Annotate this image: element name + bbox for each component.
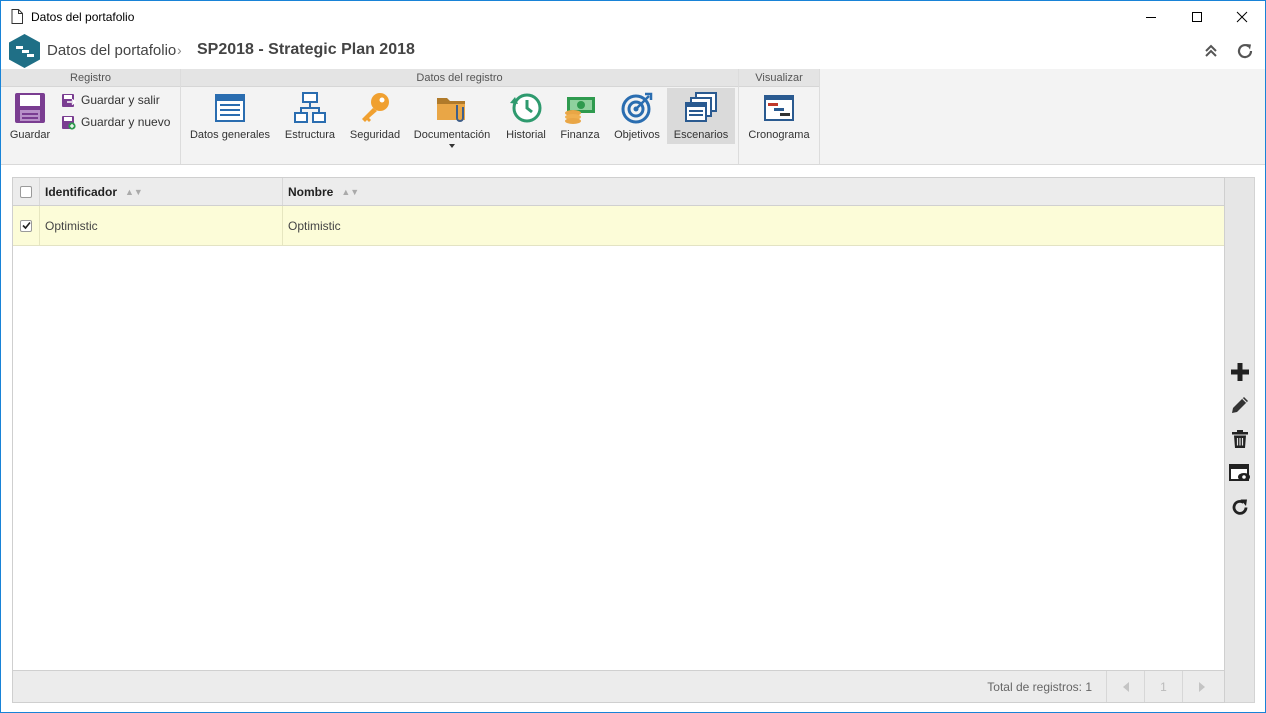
add-button[interactable]	[1229, 361, 1251, 383]
ribbon-group-visualizar: Visualizar Cronograma	[739, 69, 820, 164]
total-records: Total de registros: 1	[987, 680, 1092, 694]
escenarios-label: Escenarios	[673, 129, 729, 141]
header: Datos del portafolio › SP2018 - Strategi…	[1, 32, 1265, 69]
key-icon	[362, 93, 389, 122]
cell-identificador: Optimistic	[45, 218, 98, 233]
window-title: Datos del portafolio	[31, 10, 135, 24]
historial-button[interactable]: Historial	[499, 88, 553, 144]
group-title-registro: Registro	[1, 69, 180, 87]
seguridad-label: Seguridad	[349, 129, 401, 141]
documentacion-button[interactable]: Documentación	[411, 88, 493, 148]
trash-icon	[1232, 430, 1248, 448]
breadcrumb-separator: ›	[177, 42, 182, 58]
app-window: Datos del portafolio Datos del portafoli…	[0, 0, 1266, 713]
guardar-nuevo-label: Guardar y nuevo	[81, 115, 171, 129]
row-select-cell	[13, 206, 39, 245]
page-title: SP2018 - Strategic Plan 2018	[197, 41, 415, 58]
history-icon	[510, 93, 542, 123]
sort-icon: ▲▼	[125, 186, 143, 197]
objetivos-button[interactable]: Objetivos	[609, 88, 665, 144]
column-header-nombre[interactable]: Nombre ▲▼	[282, 178, 1182, 205]
guardar-button[interactable]: Guardar	[7, 88, 53, 144]
datos-generales-button[interactable]: Datos generales	[185, 88, 275, 144]
next-page-button[interactable]	[1182, 671, 1220, 702]
historial-label: Historial	[506, 129, 546, 141]
edit-button[interactable]	[1229, 394, 1251, 416]
pencil-icon	[1232, 397, 1248, 413]
money-icon	[565, 97, 595, 124]
structure-icon	[294, 92, 326, 123]
close-icon	[1236, 11, 1248, 22]
estructura-button[interactable]: Estructura	[281, 88, 339, 144]
sort-icon: ▲▼	[341, 186, 360, 197]
objetivos-label: Objetivos	[614, 129, 660, 141]
gantt-chart-icon	[764, 95, 794, 121]
close-button[interactable]	[1219, 1, 1265, 32]
finanza-label: Finanza	[560, 129, 600, 141]
folder-clip-icon	[437, 98, 465, 122]
row-checkbox[interactable]	[20, 219, 32, 232]
escenarios-button[interactable]: Escenarios	[667, 88, 735, 144]
ribbon-toolbar: Registro Guardar Guardar y salir Guardar…	[1, 69, 1265, 165]
plus-icon	[1231, 363, 1249, 381]
delete-button[interactable]	[1229, 428, 1251, 450]
checkmark-icon	[21, 221, 31, 230]
group-title-datos-registro: Datos del registro	[181, 69, 738, 87]
view-button[interactable]	[1229, 462, 1251, 484]
target-icon	[621, 92, 653, 124]
save-new-icon	[62, 115, 76, 130]
minimize-icon	[1146, 16, 1156, 18]
refresh-icon[interactable]	[1235, 41, 1255, 61]
collapse-up-icon[interactable]	[1201, 41, 1221, 61]
grid-footer: Total de registros: 1 1	[13, 670, 1224, 702]
cell-nombre: Optimistic	[288, 218, 341, 233]
chevron-left-icon	[1122, 681, 1129, 692]
guardar-salir-label: Guardar y salir	[81, 93, 160, 107]
scenarios-grid: Identificador ▲▼ Nombre ▲▼ Optimistic Op…	[12, 177, 1225, 703]
finanza-button[interactable]: Finanza	[557, 88, 603, 144]
table-row[interactable]: Optimistic Optimistic	[13, 206, 1224, 246]
refresh-icon	[1232, 499, 1248, 515]
grid-header: Identificador ▲▼ Nombre ▲▼	[13, 178, 1224, 206]
dropdown-caret-icon	[449, 144, 455, 148]
chevron-right-icon	[1198, 681, 1205, 692]
cronograma-label: Cronograma	[748, 129, 810, 141]
column-header-identificador[interactable]: Identificador ▲▼	[39, 178, 282, 205]
refresh-grid-button[interactable]	[1229, 496, 1251, 518]
general-data-icon	[215, 94, 245, 122]
select-all-cell	[13, 178, 39, 205]
scenarios-icon	[685, 92, 717, 122]
column-header-nombre-label: Nombre	[288, 184, 334, 199]
document-icon	[11, 9, 23, 24]
ribbon-group-datos-registro: Datos del registro Datos generales Estru…	[181, 69, 739, 164]
documentacion-label: Documentación	[413, 129, 491, 141]
page-number-label: 1	[1160, 679, 1167, 694]
side-toolbar	[1225, 177, 1255, 703]
breadcrumb-root[interactable]: Datos del portafolio	[47, 42, 176, 59]
app-logo-icon	[9, 34, 40, 68]
datos-generales-label: Datos generales	[189, 129, 271, 141]
title-bar: Datos del portafolio	[1, 1, 1265, 32]
maximize-button[interactable]	[1174, 1, 1220, 32]
estructura-label: Estructura	[284, 129, 336, 141]
group-title-visualizar: Visualizar	[739, 69, 819, 87]
window-view-icon	[1229, 464, 1250, 481]
select-all-checkbox[interactable]	[20, 185, 32, 198]
seguridad-button[interactable]: Seguridad	[345, 88, 405, 144]
save-exit-icon	[62, 93, 76, 107]
guardar-label: Guardar	[9, 129, 51, 141]
minimize-button[interactable]	[1128, 1, 1174, 32]
column-header-identificador-label: Identificador	[45, 184, 118, 199]
maximize-icon	[1192, 11, 1202, 22]
page-number: 1	[1144, 671, 1182, 702]
prev-page-button[interactable]	[1106, 671, 1144, 702]
guardar-nuevo-button[interactable]: Guardar y nuevo	[61, 113, 170, 131]
cronograma-button[interactable]: Cronograma	[743, 88, 815, 144]
guardar-salir-button[interactable]: Guardar y salir	[61, 91, 160, 109]
ribbon-group-registro: Registro Guardar Guardar y salir Guardar…	[1, 69, 181, 164]
floppy-disk-icon	[15, 93, 45, 123]
